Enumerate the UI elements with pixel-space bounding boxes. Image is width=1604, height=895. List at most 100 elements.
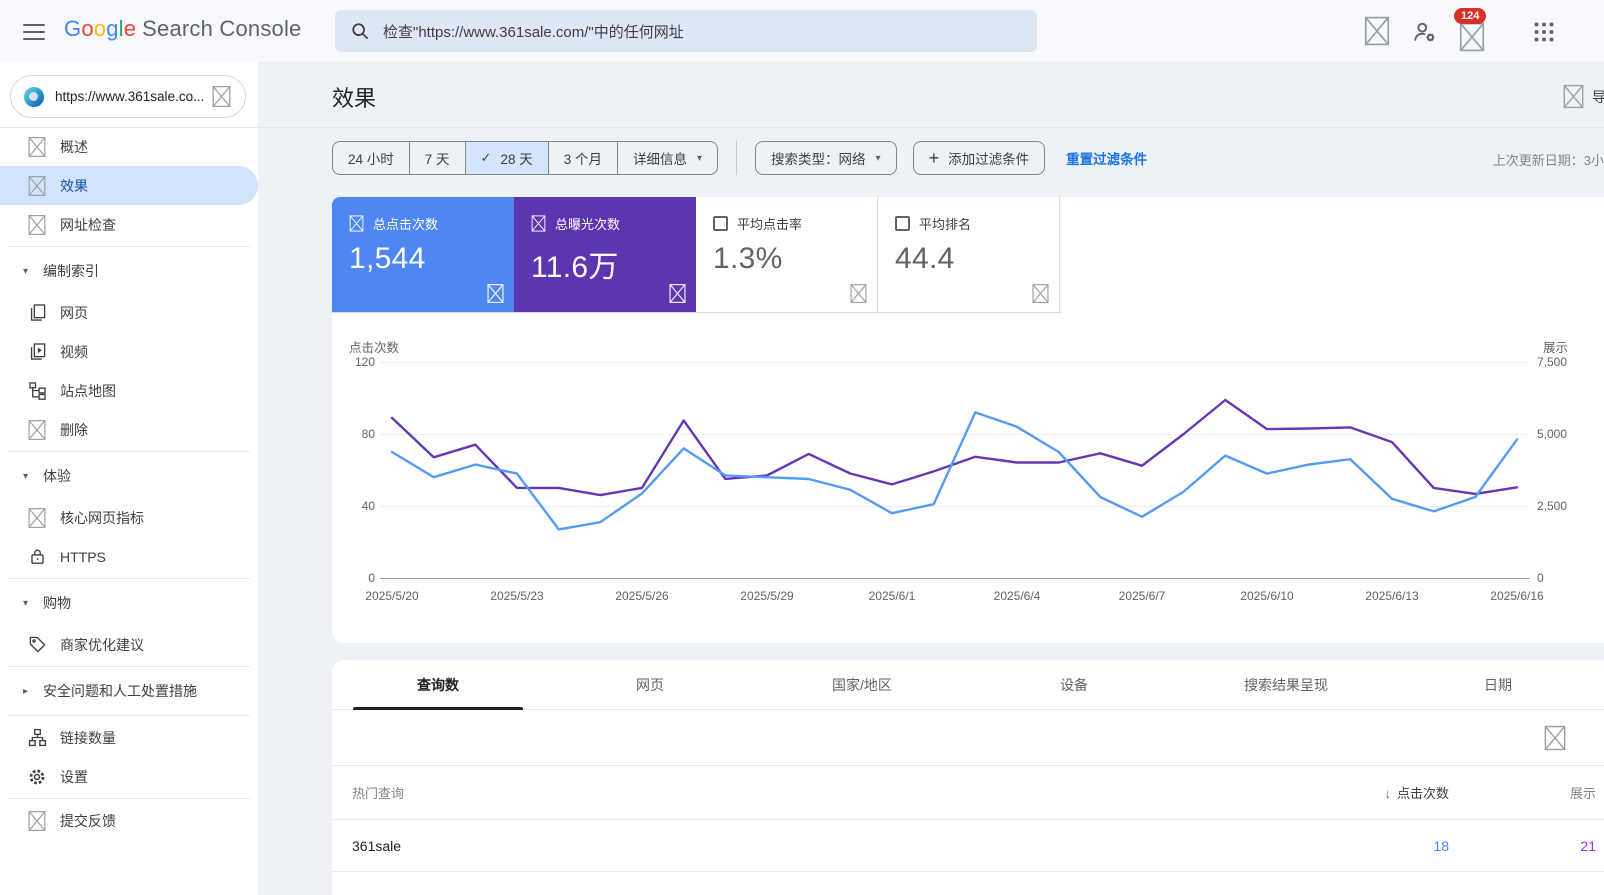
- site-favicon: [24, 86, 44, 107]
- left-axis-tick: 0: [368, 571, 375, 585]
- impressions-column-header[interactable]: 展示: [1449, 783, 1604, 802]
- sidebar-item-https[interactable]: HTTPS: [0, 537, 258, 576]
- sidebar-section-security[interactable]: ▸ 安全问题和人工处置措施: [0, 669, 258, 713]
- impressions-cell: 21: [1580, 837, 1596, 854]
- sidebar-item-removals[interactable]: 删除: [0, 410, 258, 449]
- average-position-card[interactable]: 平均排名 44.4: [878, 197, 1060, 312]
- sidebar-item-core-web-vitals[interactable]: 核心网页指标: [0, 498, 258, 537]
- impressions-line: [390, 398, 1519, 497]
- chevron-down-icon: ▾: [23, 597, 29, 609]
- chevron-down-icon: ▾: [23, 470, 29, 482]
- plus-icon: +: [928, 147, 940, 168]
- sidebar-section-label: 安全问题和人工处置措施: [43, 683, 197, 699]
- range-24h-button[interactable]: 24 小时: [332, 141, 410, 175]
- query-column-header[interactable]: 热门查询: [352, 783, 1289, 802]
- sidebar-label: 链接数量: [60, 729, 116, 746]
- tab-devices[interactable]: 设备: [968, 660, 1180, 709]
- hamburger-menu-icon[interactable]: [21, 19, 47, 43]
- performance-panel: 总点击次数 1,544 总曝光次数 11.6万 平均点击率 1.3% 平均排名 …: [332, 197, 1604, 643]
- sidebar-item-pages[interactable]: 网页: [0, 293, 258, 332]
- sidebar-section-label: 体验: [43, 468, 71, 484]
- lock-icon: [30, 549, 44, 564]
- broken-image-help-icon[interactable]: [487, 283, 504, 304]
- sidebar-item-performance[interactable]: 效果: [0, 166, 258, 205]
- filter-divider: [736, 141, 738, 175]
- right-axis-tick: 5,000: [1537, 427, 1568, 441]
- sidebar-label: 网址检查: [60, 216, 116, 233]
- export-label: 导: [1592, 88, 1604, 105]
- tab-search-appearance[interactable]: 搜索结果呈现: [1180, 660, 1392, 709]
- x-axis-tick: 2025/5/29: [740, 589, 794, 603]
- broken-image-icon: [28, 136, 46, 157]
- right-axis-tick: 7,500: [1537, 355, 1568, 369]
- sidebar-divider: [8, 246, 250, 247]
- x-axis-tick: 2025/6/10: [1240, 589, 1294, 603]
- table-header-row: 热门查询 ↓ 点击次数 展示: [332, 766, 1604, 820]
- sidebar-item-links[interactable]: 链接数量: [0, 718, 258, 757]
- sidebar-section-indexing[interactable]: ▾ 编制索引: [0, 249, 258, 293]
- google-apps-grid-icon[interactable]: [1532, 20, 1556, 44]
- broken-image-notification-icon[interactable]: [1459, 22, 1485, 52]
- broken-image-checkbox-icon: [531, 215, 546, 232]
- broken-image-filter-icon[interactable]: [1544, 725, 1566, 751]
- sidebar-item-settings[interactable]: 设置: [0, 757, 258, 796]
- tab-dates[interactable]: 日期: [1392, 660, 1604, 709]
- range-detail-button[interactable]: 详细信息 ▾: [617, 141, 719, 175]
- tab-pages[interactable]: 网页: [544, 660, 756, 709]
- card-label: 平均点击率: [737, 217, 803, 232]
- tab-queries[interactable]: 查询数: [332, 660, 544, 710]
- card-label: 平均排名: [919, 217, 972, 232]
- x-axis-tick: 2025/6/16: [1490, 589, 1544, 603]
- total-clicks-card[interactable]: 总点击次数 1,544: [332, 197, 514, 312]
- query-cell[interactable]: 361sale: [352, 838, 1289, 854]
- sidebar-item-videos[interactable]: 视频: [0, 332, 258, 371]
- sidebar-item-overview[interactable]: 概述: [0, 127, 258, 166]
- table-row[interactable]: 361sale 18 21: [332, 820, 1604, 872]
- left-axis-title: 点击次数: [349, 341, 400, 355]
- metric-cards: 总点击次数 1,544 总曝光次数 11.6万 平均点击率 1.3% 平均排名 …: [332, 197, 1061, 313]
- search-type-button[interactable]: 搜索类型：网络 ▾: [755, 141, 897, 175]
- clicks-line: [390, 411, 1519, 531]
- chevron-right-icon: ▸: [23, 685, 29, 697]
- sidebar-divider: [8, 715, 250, 716]
- range-3m-button[interactable]: 3 个月: [547, 141, 618, 175]
- search-placeholder: 检查"https://www.361sale.com/"中的任何网址: [383, 23, 684, 41]
- sidebar-item-feedback[interactable]: 提交反馈: [0, 801, 258, 840]
- url-inspect-search-input[interactable]: 检查"https://www.361sale.com/"中的任何网址: [335, 10, 1037, 52]
- sidebar-item-merchant-suggestions[interactable]: 商家优化建议: [0, 625, 258, 664]
- sidebar-label: 提交反馈: [60, 812, 116, 829]
- app-logo[interactable]: Google Search Console: [64, 16, 302, 42]
- sidebar-label: 效果: [60, 177, 88, 194]
- right-axis-tick: 0: [1537, 571, 1544, 585]
- clicks-cell: 18: [1433, 837, 1449, 854]
- card-label: 总曝光次数: [555, 217, 621, 232]
- broken-image-help-icon[interactable]: [1032, 283, 1049, 304]
- sidebar-item-sitemaps[interactable]: 站点地图: [0, 371, 258, 410]
- sidebar-item-url-inspection[interactable]: 网址检查: [0, 205, 258, 244]
- sidebar-section-experience[interactable]: ▾ 体验: [0, 454, 258, 498]
- user-settings-icon[interactable]: [1412, 19, 1438, 45]
- average-ctr-card[interactable]: 平均点击率 1.3%: [696, 197, 878, 312]
- range-7d-button[interactable]: 7 天: [408, 141, 466, 175]
- add-filter-button[interactable]: + 添加过滤条件: [912, 141, 1046, 175]
- performance-chart[interactable]: 点击次数 展示 120 80 40 0 7,500 5,000 2,500 0 …: [332, 313, 1604, 643]
- main-content: 效果 导 24 小时 7 天 ✓ 28 天 3 个月 详细信息 ▾ 搜索类型：网络 ▾…: [258, 62, 1604, 895]
- total-impressions-card[interactable]: 总曝光次数 11.6万: [514, 197, 696, 312]
- average-position-value: 44.4: [895, 242, 955, 275]
- position-checkbox[interactable]: [895, 216, 910, 231]
- broken-image-help-icon[interactable]: [850, 283, 867, 304]
- broken-image-icon: [28, 175, 46, 196]
- broken-image-icon[interactable]: [1364, 16, 1390, 46]
- export-button[interactable]: 导: [1563, 84, 1604, 109]
- sidebar-section-shopping[interactable]: ▾ 购物: [0, 581, 258, 625]
- ctr-checkbox[interactable]: [713, 216, 728, 231]
- broken-image-dropdown-icon: [212, 85, 231, 108]
- broken-image-export-icon: [1563, 84, 1584, 109]
- range-28d-button[interactable]: ✓ 28 天: [464, 141, 549, 175]
- right-axis-title: 展示: [1543, 341, 1569, 355]
- reset-filters-link[interactable]: 重置过滤条件: [1066, 148, 1147, 168]
- broken-image-help-icon[interactable]: [669, 283, 686, 304]
- property-selector[interactable]: https://www.361sale.co...: [10, 75, 246, 118]
- tab-countries[interactable]: 国家/地区: [756, 660, 968, 709]
- clicks-column-header[interactable]: ↓ 点击次数: [1289, 783, 1449, 802]
